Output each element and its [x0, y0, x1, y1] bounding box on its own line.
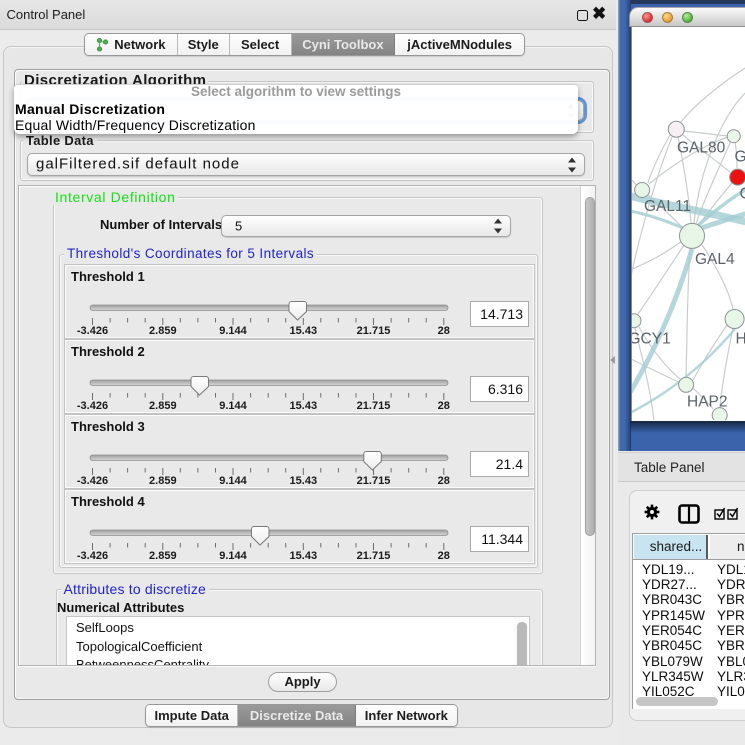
svg-text:CY: CY [740, 186, 745, 203]
svg-text:9.144: 9.144 [219, 550, 247, 562]
svg-text:28: 28 [438, 475, 450, 487]
svg-text:-3.426: -3.426 [77, 550, 108, 562]
svg-text:GAL4: GAL4 [695, 251, 735, 268]
svg-text:15.43: 15.43 [290, 400, 318, 412]
svg-text:21.715: 21.715 [357, 550, 391, 562]
svg-text:2.859: 2.859 [149, 400, 177, 412]
svg-text:21.715: 21.715 [357, 325, 391, 337]
svg-text:2.859: 2.859 [149, 325, 177, 337]
svg-text:28: 28 [438, 400, 450, 412]
svg-text:HA: HA [736, 331, 745, 348]
svg-text:9.144: 9.144 [219, 325, 247, 337]
svg-text:-3.426: -3.426 [77, 475, 108, 487]
svg-text:HAP2: HAP2 [687, 394, 728, 411]
svg-text:GCY1: GCY1 [632, 331, 671, 348]
svg-text:9.144: 9.144 [219, 475, 247, 487]
svg-text:2.859: 2.859 [149, 550, 177, 562]
svg-text:9.144: 9.144 [219, 400, 247, 412]
svg-text:GAL11: GAL11 [644, 198, 691, 215]
svg-text:28: 28 [438, 325, 450, 337]
svg-text:-3.426: -3.426 [77, 400, 108, 412]
svg-text:2.859: 2.859 [149, 475, 177, 487]
svg-text:GAL80: GAL80 [677, 140, 726, 157]
svg-text:15.43: 15.43 [290, 325, 318, 337]
svg-text:21.715: 21.715 [357, 475, 391, 487]
svg-text:-3.426: -3.426 [77, 325, 108, 337]
svg-text:28: 28 [438, 550, 450, 562]
svg-text:15.43: 15.43 [290, 550, 318, 562]
svg-text:21.715: 21.715 [357, 400, 391, 412]
svg-text:15.43: 15.43 [290, 475, 318, 487]
svg-text:GA: GA [735, 149, 745, 166]
